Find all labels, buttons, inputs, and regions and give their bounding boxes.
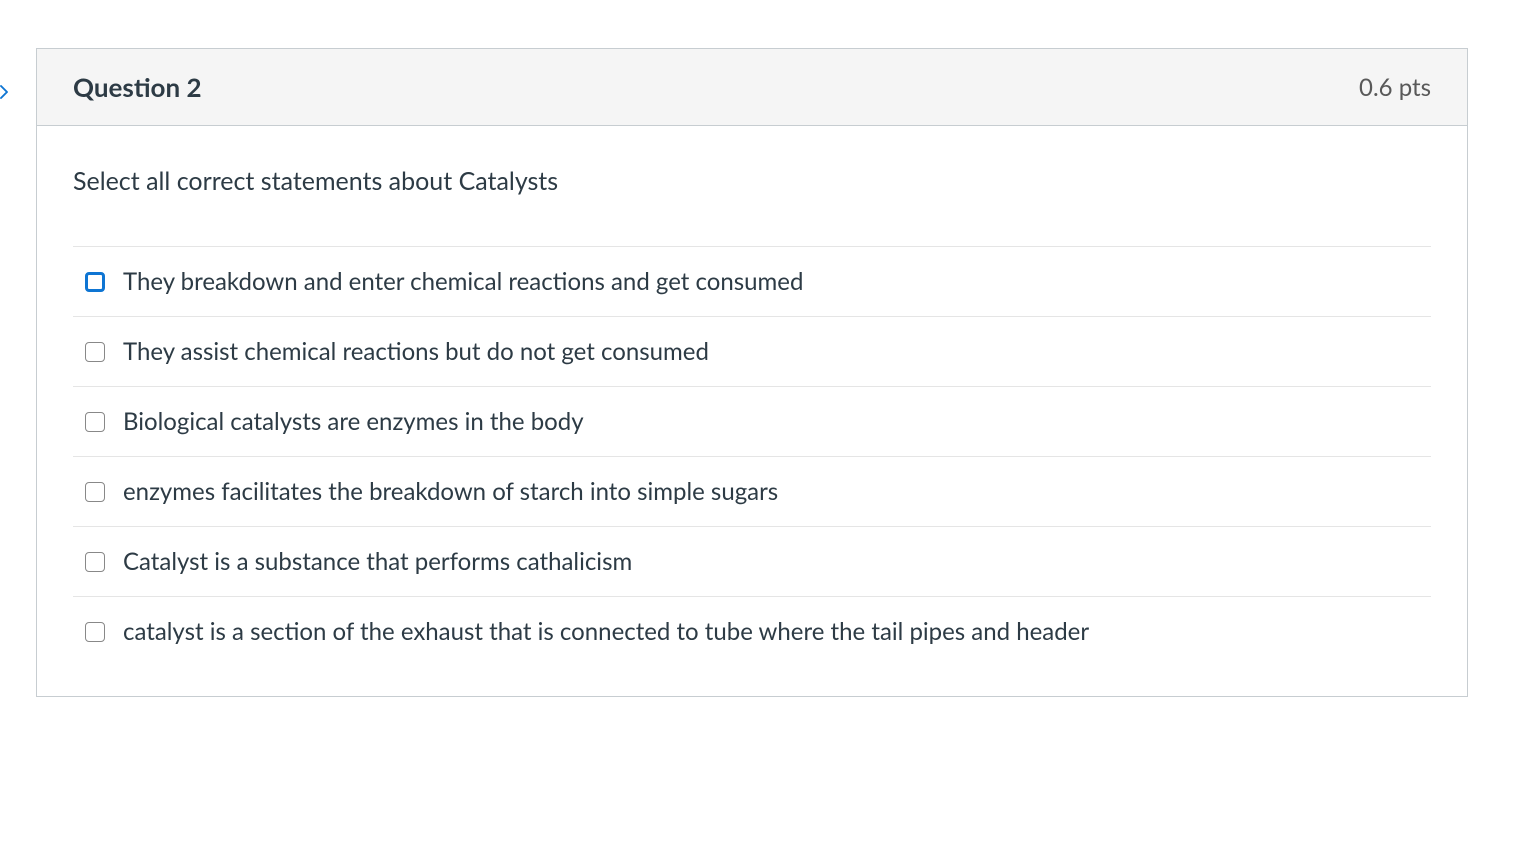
answer-text: enzymes facilitates the breakdown of sta… — [123, 477, 778, 506]
question-header: Question 2 0.6 pts — [37, 49, 1467, 126]
answer-text: Catalyst is a substance that performs ca… — [123, 547, 632, 576]
answer-row[interactable]: catalyst is a section of the exhaust tha… — [73, 597, 1431, 666]
answer-text: Biological catalysts are enzymes in the … — [123, 407, 584, 436]
answer-checkbox[interactable] — [85, 482, 105, 502]
question-points: 0.6 pts — [1359, 73, 1431, 102]
question-title: Question 2 — [73, 71, 202, 103]
answer-checkbox[interactable] — [85, 622, 105, 642]
answer-row[interactable]: They assist chemical reactions but do no… — [73, 317, 1431, 387]
answer-checkbox[interactable] — [85, 342, 105, 362]
answer-text: They assist chemical reactions but do no… — [123, 337, 709, 366]
answer-checkbox[interactable] — [85, 412, 105, 432]
question-body: Select all correct statements about Cata… — [37, 126, 1467, 696]
answer-row[interactable]: Biological catalysts are enzymes in the … — [73, 387, 1431, 457]
answer-row[interactable]: They breakdown and enter chemical reacti… — [73, 247, 1431, 317]
answer-text: catalyst is a section of the exhaust tha… — [123, 617, 1089, 646]
chevron-right-icon — [0, 83, 13, 101]
answer-row[interactable]: Catalyst is a substance that performs ca… — [73, 527, 1431, 597]
question-card: Question 2 0.6 pts Select all correct st… — [36, 48, 1468, 697]
next-question-indicator[interactable] — [0, 80, 16, 104]
question-prompt: Select all correct statements about Cata… — [73, 166, 1431, 196]
answer-row[interactable]: enzymes facilitates the breakdown of sta… — [73, 457, 1431, 527]
answer-checkbox[interactable] — [85, 272, 105, 292]
answer-list: They breakdown and enter chemical reacti… — [73, 246, 1431, 666]
answer-text: They breakdown and enter chemical reacti… — [123, 267, 803, 296]
answer-checkbox[interactable] — [85, 552, 105, 572]
